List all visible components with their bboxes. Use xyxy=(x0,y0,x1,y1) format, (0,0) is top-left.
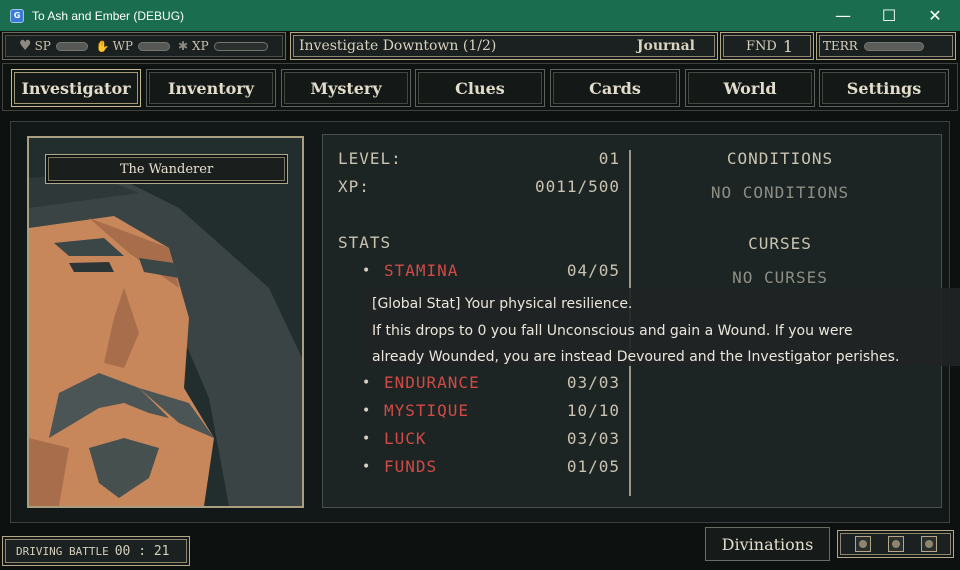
divination-slot[interactable] xyxy=(887,536,904,552)
investigator-portrait: The Wanderer xyxy=(27,136,304,508)
hand-icon: ✋ xyxy=(95,39,110,53)
stat-stamina-value: 04/05 xyxy=(566,261,620,280)
tab-world[interactable]: World xyxy=(685,69,815,107)
stat-tooltip: [Global Stat] Your physical resilience. … xyxy=(363,288,960,366)
tooltip-line-1: [Global Stat] Your physical resilience. xyxy=(372,296,633,312)
window-title: To Ash and Ember (DEBUG) xyxy=(32,8,185,23)
xp-bar xyxy=(213,41,268,51)
fnd-counter: FND 1 xyxy=(720,32,814,60)
terror-meter: TERR xyxy=(816,32,956,60)
stats-title: STATS xyxy=(338,233,392,252)
tab-clues[interactable]: Clues xyxy=(415,69,545,107)
investigator-name: The Wanderer xyxy=(45,154,288,184)
timer-value: 00 : 21 xyxy=(114,543,170,559)
timer-label: DRIVING BATTLE xyxy=(16,544,109,558)
app-icon: G xyxy=(10,8,24,23)
gear-icon: ✱ xyxy=(177,39,189,53)
xp-label-main: XP: xyxy=(338,177,370,196)
conditions-empty: NO CONDITIONS xyxy=(710,183,850,202)
heart-icon: ♥ xyxy=(19,38,32,54)
quest-tracker[interactable]: Investigate Downtown (1/2) Journal xyxy=(290,32,718,60)
minimize-button[interactable]: — xyxy=(820,0,866,31)
curses-title: CURSES xyxy=(748,234,812,253)
stat-funds-value: 01/05 xyxy=(566,457,620,476)
sp-bar xyxy=(55,41,88,51)
sp-label: SP xyxy=(34,39,51,53)
journal-button[interactable]: Journal xyxy=(637,38,695,54)
stat-luck-value: 03/03 xyxy=(566,429,620,448)
maximize-button[interactable]: ☐ xyxy=(866,0,912,31)
tab-inventory[interactable]: Inventory xyxy=(146,69,276,107)
vitals-bar: ♥ SP ✋ WP ✱ XP xyxy=(2,32,286,60)
terr-bar xyxy=(863,41,924,51)
tab-cards[interactable]: Cards xyxy=(550,69,680,107)
conditions-title: CONDITIONS xyxy=(726,149,834,168)
divination-slot[interactable] xyxy=(854,536,871,552)
tab-settings[interactable]: Settings xyxy=(819,69,949,107)
rune-icon xyxy=(891,540,900,548)
xp-label: XP xyxy=(192,39,209,53)
bullet-icon: • xyxy=(362,403,371,419)
divination-slots xyxy=(837,530,954,558)
battle-timer: DRIVING BATTLE 00 : 21 xyxy=(2,536,190,566)
stat-mystique-value: 10/10 xyxy=(566,401,620,420)
wp-label: WP xyxy=(112,39,133,53)
xp-value: 0011/500 xyxy=(534,177,620,196)
stat-endurance-value: 03/03 xyxy=(566,373,620,392)
level-label: LEVEL: xyxy=(338,149,402,168)
wanderer-portrait-image xyxy=(29,138,302,506)
level-value: 01 xyxy=(598,149,620,168)
quest-title: Investigate Downtown (1/2) xyxy=(299,38,497,54)
main-tabs: Investigator Inventory Mystery Clues Car… xyxy=(2,63,958,111)
tab-mystery[interactable]: Mystery xyxy=(281,69,411,107)
tooltip-line-2: If this drops to 0 you fall Unconscious … xyxy=(372,322,853,339)
stat-mystique-name[interactable]: MYSTIQUE xyxy=(384,401,469,420)
window-titlebar: G To Ash and Ember (DEBUG) — ☐ ✕ xyxy=(0,0,960,31)
stat-endurance-name[interactable]: ENDURANCE xyxy=(384,373,480,392)
divination-slot[interactable] xyxy=(920,536,937,552)
bullet-icon: • xyxy=(362,263,371,279)
curses-empty: NO CURSES xyxy=(732,268,828,287)
bullet-icon: • xyxy=(362,459,371,475)
bullet-icon: • xyxy=(362,431,371,447)
stat-funds-name[interactable]: FUNDS xyxy=(384,457,437,476)
divinations-button[interactable]: Divinations xyxy=(705,527,830,561)
tab-investigator[interactable]: Investigator xyxy=(11,69,141,107)
fnd-value: 1 xyxy=(782,36,794,56)
fnd-label: FND xyxy=(746,38,777,54)
terr-label: TERR xyxy=(823,39,858,53)
rune-icon xyxy=(924,540,933,548)
stat-stamina-name[interactable]: STAMINA xyxy=(384,261,458,280)
rune-icon xyxy=(858,540,867,548)
tooltip-line-3: already Wounded, you are instead Devoure… xyxy=(372,349,900,365)
close-button[interactable]: ✕ xyxy=(912,0,958,31)
bullet-icon: • xyxy=(362,375,371,391)
wp-bar xyxy=(137,41,170,51)
stat-luck-name[interactable]: LUCK xyxy=(384,429,427,448)
